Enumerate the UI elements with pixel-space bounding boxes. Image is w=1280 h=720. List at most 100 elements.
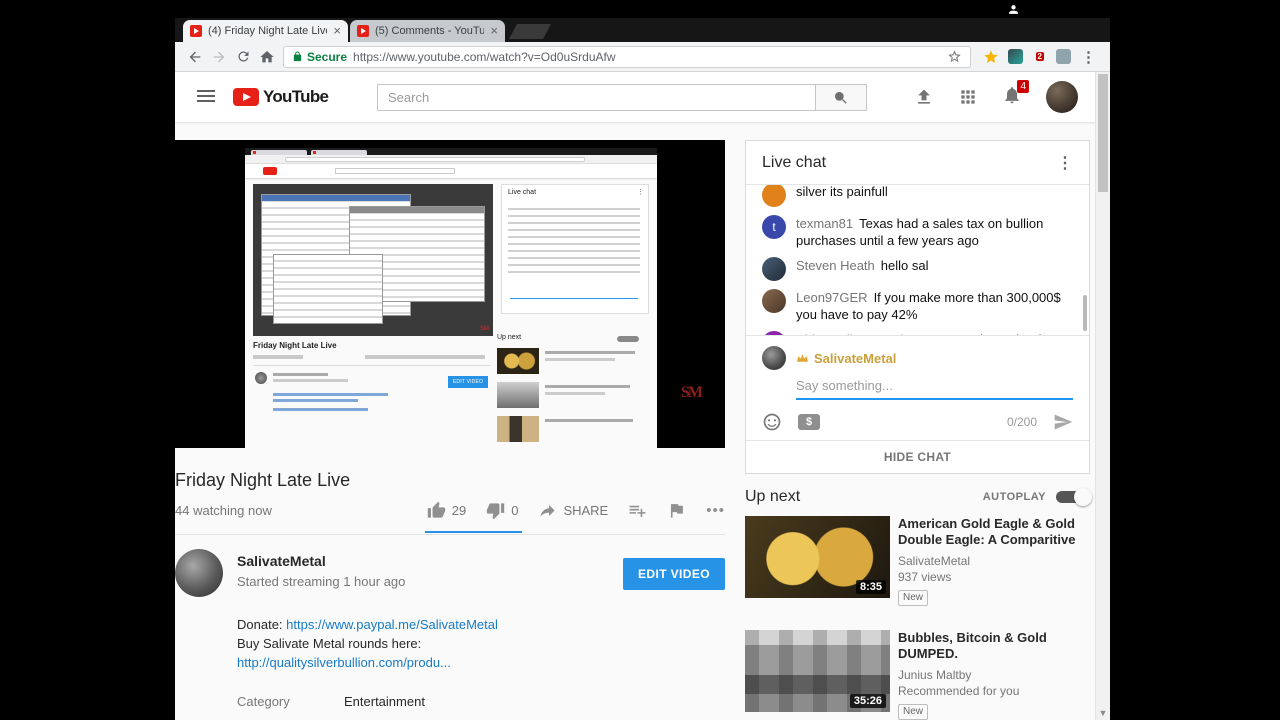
add-to-playlist-button[interactable]	[628, 501, 647, 520]
new-tab-button[interactable]	[509, 24, 551, 39]
browser-toolbar: Secure https://www.youtube.com/watch?v=O…	[175, 42, 1110, 72]
dislike-button[interactable]: 0	[486, 501, 518, 520]
notifications-bell[interactable]: 4	[1002, 79, 1029, 110]
hamburger-menu-icon[interactable]	[197, 90, 215, 105]
chat-avatar[interactable]	[762, 289, 786, 313]
chat-message: Leon97GER If you make more than 300,000$ …	[746, 285, 1089, 327]
chat-menu-icon[interactable]: ⋮	[1057, 153, 1073, 173]
dislike-count: 0	[511, 503, 519, 518]
youtube-logo[interactable]: YouTube	[233, 87, 329, 107]
reload-button[interactable]	[231, 45, 255, 69]
flag-icon	[671, 504, 684, 518]
video-thumbnail[interactable]: 35:26	[745, 630, 890, 712]
category-value[interactable]: Entertainment	[344, 694, 425, 709]
mini-video-title: Friday Night Late Live	[253, 341, 337, 350]
extension-icon[interactable]	[1051, 45, 1075, 69]
char-counter: 0/200	[1006, 415, 1037, 429]
extension-icon-with-badge[interactable]: 2	[1027, 45, 1051, 69]
chat-message: t texman81 Texas had a sales tax on bulli…	[746, 211, 1089, 253]
forward-button[interactable]	[207, 45, 231, 69]
apps-grid-icon[interactable]	[958, 87, 978, 107]
channel-avatar[interactable]	[175, 549, 223, 597]
browser-menu-icon[interactable]: ⋮	[1075, 48, 1102, 66]
user-session-icon	[1009, 5, 1018, 14]
up-next-header: Up next AUTOPLAY	[745, 488, 1092, 506]
share-label: SHARE	[563, 503, 609, 518]
chat-avatar[interactable]	[762, 185, 786, 207]
item-title[interactable]: Bubbles, Bitcoin & Gold DUMPED.	[898, 630, 1088, 662]
item-channel: Junius Maltby	[898, 668, 972, 682]
video-meta-row: 44 watching now 29 0 SHARE •••	[175, 501, 725, 533]
page-scrollbar[interactable]: ▼	[1095, 72, 1110, 720]
divider	[175, 534, 725, 535]
youtube-play-badge-icon	[233, 88, 259, 106]
close-tab-icon[interactable]: ×	[490, 24, 498, 37]
chat-avatar[interactable]	[762, 257, 786, 281]
video-actions: 29 0 SHARE •••	[424, 501, 725, 533]
share-button[interactable]: SHARE	[538, 501, 608, 520]
home-button[interactable]	[255, 45, 279, 69]
autoplay-label: AUTOPLAY	[982, 491, 1046, 503]
description-line: Buy Salivate Metal rounds here:	[237, 636, 422, 651]
scrollbar-down-arrow[interactable]: ▼	[1096, 706, 1110, 720]
back-button[interactable]	[183, 45, 207, 69]
header-actions: 4	[914, 72, 1078, 122]
search-input[interactable]	[377, 84, 815, 111]
sidebar: Live chat ⋮ silver its painfull t texman…	[745, 140, 1092, 720]
chat-avatar[interactable]: A	[762, 331, 786, 335]
video-thumbnail[interactable]: 8:35	[745, 516, 890, 598]
hide-chat-button[interactable]: HIDE CHAT	[746, 440, 1089, 473]
secure-label: Secure	[307, 49, 348, 64]
chat-avatar[interactable]: t	[762, 215, 786, 239]
watch-page-content: SM Live chat ⋮ Friday Night Late Live ED…	[175, 122, 1110, 720]
autoplay-control: AUTOPLAY	[982, 488, 1092, 506]
video-metadata: Category Entertainment License Standard …	[237, 694, 725, 720]
autoplay-toggle[interactable]	[1056, 488, 1092, 506]
tab-comments[interactable]: (5) Comments - YouTube ×	[350, 20, 505, 42]
donate-link[interactable]: https://www.paypal.me/SalivateMetal	[286, 617, 498, 632]
flag-button[interactable]	[667, 501, 686, 520]
youtube-header: YouTube 4	[175, 72, 1110, 122]
search-icon	[835, 91, 847, 104]
emoji-icon[interactable]	[762, 412, 782, 432]
tab-friday-night[interactable]: (4) Friday Night Late Live ×	[183, 20, 348, 42]
upload-icon[interactable]	[914, 87, 934, 107]
like-button[interactable]: 29	[427, 501, 466, 520]
shop-link[interactable]: http://qualitysilverbullion.com/produ...	[237, 655, 451, 670]
duration-badge: 8:35	[855, 580, 886, 594]
edit-video-button[interactable]: EDIT VIDEO	[622, 558, 725, 590]
account-avatar[interactable]	[1046, 81, 1078, 113]
youtube-page: YouTube 4	[175, 72, 1110, 720]
video-player[interactable]: SM Live chat ⋮ Friday Night Late Live ED…	[175, 140, 725, 448]
address-bar[interactable]: Secure https://www.youtube.com/watch?v=O…	[283, 45, 971, 68]
chat-message-list: silver its painfull t texman81 Texas had …	[746, 185, 1089, 335]
stream-started-text: Started streaming 1 hour ago	[237, 574, 406, 589]
more-actions-button[interactable]: •••	[706, 502, 725, 519]
chat-scrollbar[interactable]	[1083, 295, 1087, 331]
mini-up-next-label: Up next	[497, 334, 522, 341]
tab-title: (5) Comments - YouTube	[375, 25, 485, 37]
item-views: Recommended for you	[898, 684, 1020, 698]
up-next-item[interactable]: 35:26 Bubbles, Bitcoin & Gold DUMPED. Ju…	[745, 630, 1090, 720]
playlist-add-icon	[629, 505, 646, 517]
thumb-down-icon	[486, 503, 505, 520]
up-next-item[interactable]: 8:35 American Gold Eagle & Gold Double E…	[745, 516, 1090, 606]
item-title[interactable]: American Gold Eagle & Gold Double Eagle:…	[898, 516, 1088, 548]
bookmark-star-icon[interactable]	[947, 49, 962, 64]
padlock-icon	[293, 51, 302, 62]
scrollbar-thumb[interactable]	[1098, 74, 1108, 192]
mini-edit-video-button: EDIT VIDEO	[448, 376, 488, 388]
owner-crown-icon	[797, 353, 808, 362]
like-count: 29	[451, 503, 467, 518]
video-frame-content: SM Live chat ⋮ Friday Night Late Live ED…	[245, 148, 657, 448]
extension-icon[interactable]	[1003, 45, 1027, 69]
channel-name[interactable]: SalivateMetal	[237, 553, 405, 569]
nested-video-area: SM	[253, 184, 493, 336]
send-icon[interactable]	[1053, 412, 1073, 432]
extension-star-icon[interactable]	[979, 45, 1003, 69]
close-tab-icon[interactable]: ×	[333, 24, 341, 37]
superchat-icon[interactable]: $	[798, 414, 820, 430]
watching-count: 44 watching now	[175, 503, 272, 518]
chat-text-input[interactable]: Say something...	[796, 378, 1073, 400]
search-button[interactable]	[815, 84, 867, 111]
